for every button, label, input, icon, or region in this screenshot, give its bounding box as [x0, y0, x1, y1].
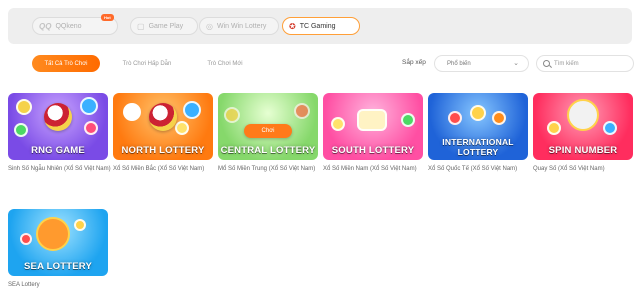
provider-label: TC Gaming	[299, 22, 336, 30]
game-thumbnail[interactable]: RNG GAME	[8, 93, 108, 160]
tab-hot-games[interactable]: Trò Chơi Hấp Dẫn	[112, 55, 182, 72]
game-name: Sinh Số Ngẫu Nhiên (Xổ Số Việt Nam)	[8, 166, 111, 172]
sort-select[interactable]: Phổ biến ⌄	[434, 55, 529, 72]
game-card-sea-lottery[interactable]: SEA LOTTERY SEA Lottery	[8, 209, 108, 289]
hot-badge: Hot	[101, 14, 114, 21]
game-name: Xổ Số Quốc Tế (Xổ Số Việt Nam)	[428, 166, 518, 172]
sort-value: Phổ biến	[447, 60, 471, 67]
tab-new-games[interactable]: Trò Chơi Mới	[196, 55, 254, 72]
search-icon	[543, 60, 550, 67]
game-thumbnail[interactable]: INTERNATIONAL LOTTERY	[428, 93, 528, 160]
provider-tab-game-play[interactable]: ▢ Game Play	[130, 17, 198, 35]
provider-tab-tc-gaming[interactable]: ✪ TC Gaming	[282, 17, 360, 35]
game-emblem-icon	[149, 103, 177, 131]
provider-label: QQkeno	[55, 22, 82, 30]
game-title: CENTRAL LOTTERY	[220, 145, 316, 156]
provider-tab-win-win-lottery[interactable]: ◎ Win Win Lottery	[199, 17, 279, 35]
game-thumbnail[interactable]: SOUTH LOTTERY	[323, 93, 423, 160]
game-title: SPIN NUMBER	[548, 145, 618, 156]
game-thumbnail[interactable]: CENTRAL LOTTERY Chơi	[218, 93, 318, 160]
provider-label: Game Play	[148, 22, 184, 30]
game-name: Xổ Số Miền Nam (Xổ Số Việt Nam)	[323, 166, 417, 172]
game-thumbnail[interactable]: SEA LOTTERY	[8, 209, 108, 276]
game-name: Mổ Số Miền Trung (Xổ Số Việt Nam)	[218, 166, 316, 172]
search-placeholder: Tìm kiếm	[554, 60, 579, 67]
game-title: SEA LOTTERY	[24, 261, 92, 272]
winwin-logo-icon: ◎	[206, 21, 213, 31]
game-title: INTERNATIONAL LOTTERY	[442, 137, 514, 157]
game-thumbnail[interactable]: NORTH LOTTERY	[113, 93, 213, 160]
chevron-down-icon: ⌄	[513, 60, 519, 67]
game-name: Xổ Số Miền Bắc (Xổ Số Việt Nam)	[113, 166, 205, 172]
provider-tab-qqkeno[interactable]: QQ QQkeno Hot	[32, 14, 118, 35]
provider-label: Win Win Lottery	[216, 22, 267, 30]
sort-label: Sắp xếp	[402, 59, 426, 66]
tc-gaming-logo-icon: ✪	[289, 21, 296, 31]
search-input[interactable]: Tìm kiếm	[536, 55, 634, 72]
game-title: RNG GAME	[31, 145, 85, 156]
game-card-north-lottery[interactable]: NORTH LOTTERY Xổ Số Miền Bắc (Xổ Số Việt…	[113, 93, 213, 173]
game-name: Quay Số (Xổ Số Việt Nam)	[533, 166, 605, 172]
qq-logo-icon: QQ	[39, 21, 52, 31]
play-button[interactable]: Chơi	[244, 124, 292, 138]
game-title: NORTH LOTTERY	[121, 145, 205, 156]
game-card-international-lottery[interactable]: INTERNATIONAL LOTTERY Xổ Số Quốc Tế (Xổ …	[428, 93, 528, 173]
game-card-south-lottery[interactable]: SOUTH LOTTERY Xổ Số Miền Nam (Xổ Số Việt…	[323, 93, 423, 173]
provider-bar: QQ QQkeno Hot ▢ Game Play ◎ Win Win Lott…	[8, 8, 632, 44]
game-title: SOUTH LOTTERY	[331, 145, 415, 156]
game-emblem-icon	[44, 103, 72, 131]
game-name: SEA Lottery	[8, 282, 40, 288]
game-card-rng[interactable]: RNG GAME Sinh Số Ngẫu Nhiên (Xổ Số Việt …	[8, 93, 111, 173]
game-card-spin-number[interactable]: SPIN NUMBER Quay Số (Xổ Số Việt Nam)	[533, 93, 633, 173]
game-thumbnail[interactable]: SPIN NUMBER	[533, 93, 633, 160]
game-card-central-lottery[interactable]: CENTRAL LOTTERY Chơi Mổ Số Miền Trung (X…	[218, 93, 318, 173]
gameplay-logo-icon: ▢	[137, 21, 145, 31]
tab-all-games[interactable]: Tất Cả Trò Chơi	[32, 55, 100, 72]
